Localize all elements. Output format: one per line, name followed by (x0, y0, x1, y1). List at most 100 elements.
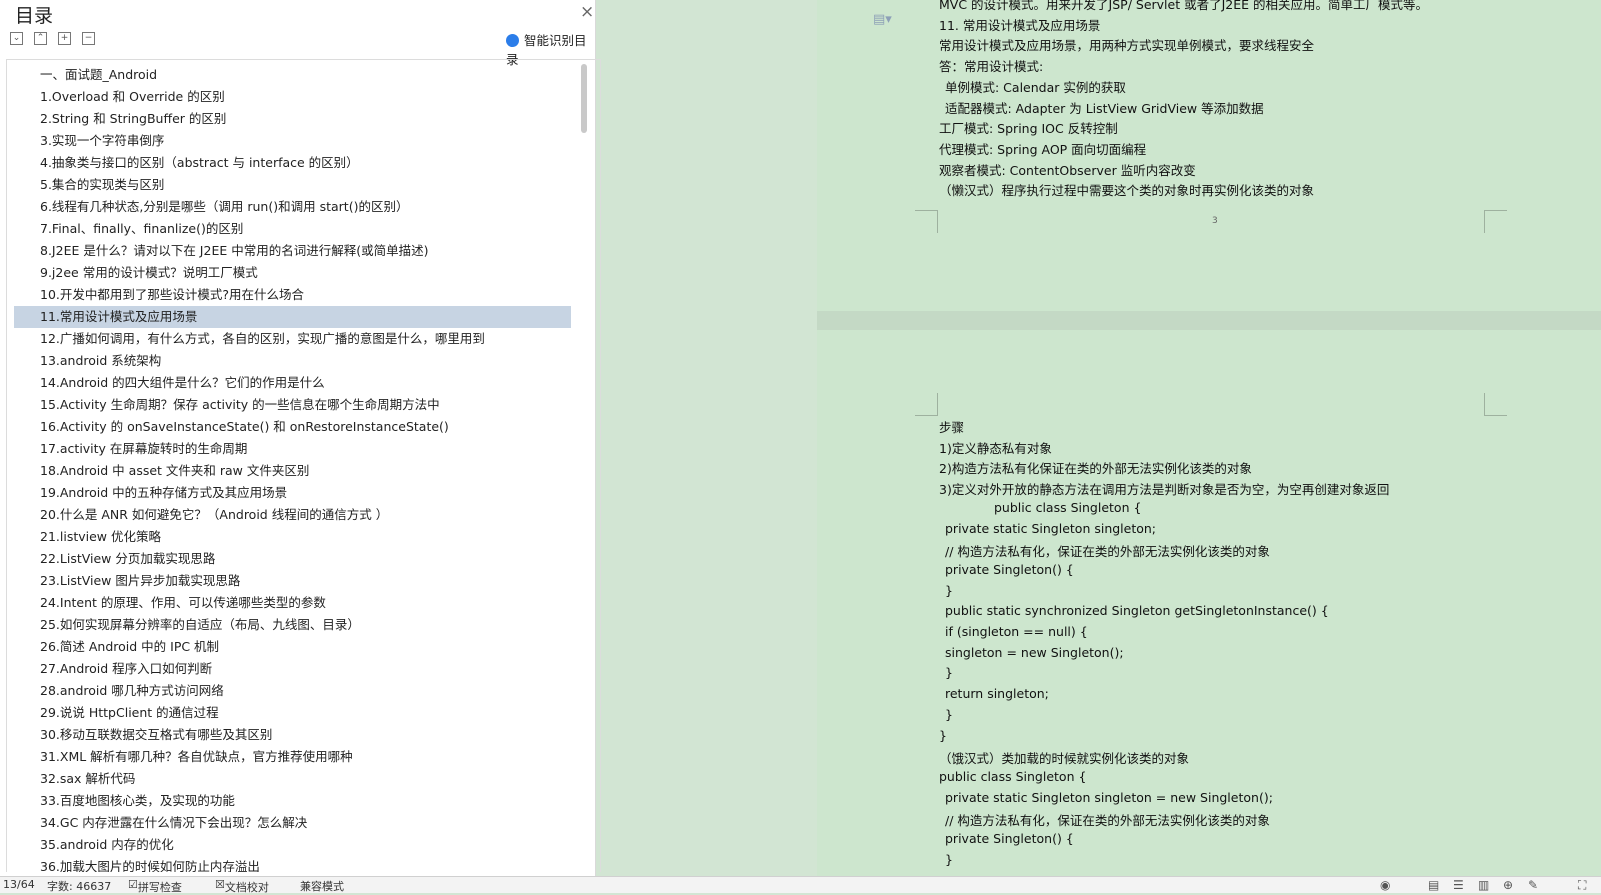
toc-item[interactable]: 22.ListView 分页加载实现思路 (14, 548, 571, 570)
toc-item[interactable]: 34.GC 内存泄露在什么情况下会出现？怎么解决 (14, 812, 571, 834)
reading-view-icon[interactable]: ▥ (1478, 878, 1489, 892)
doc-line: 11. 常用设计模式及应用场景 (939, 17, 1101, 33)
doc-line: 单例模式: Calendar 实例的获取 (945, 79, 1126, 95)
toc-item[interactable]: 25.如何实现屏幕分辨率的自适应（布局、九线图、目录） (14, 614, 571, 636)
doc-line: 观察者模式: ContentObserver 监听内容改变 (939, 162, 1196, 178)
toc-item[interactable]: 28.android 哪几种方式访问网络 (14, 680, 571, 702)
doc-line: 1)定义静态私有对象 (939, 440, 1052, 456)
doc-line: private static Singleton singleton = new… (945, 789, 1273, 805)
crop-mark (1484, 393, 1507, 416)
toc-item[interactable]: 7.Final、finally、finanlize()的区别 (14, 218, 571, 240)
toc-item[interactable]: 12.广播如何调用，有什么方式，各自的区别，实现广播的意图是什么，哪里用到 (14, 328, 571, 350)
toc-item[interactable]: 15.Activity 生命周期？保存 activity 的一些信息在哪个生命周… (14, 394, 571, 416)
plus-icon[interactable]: + (58, 32, 71, 45)
toc-title: 目录 (15, 5, 54, 27)
doc-line: return singleton; (945, 686, 1049, 702)
toc-scrollbar[interactable] (581, 64, 587, 133)
doc-line: 3)定义对外开放的静态方法在调用方法是判断对象是否为空，为空再创建对象返回 (939, 482, 1390, 498)
document-page-4: 步骤 1)定义静态私有对象 2)构造方法私有化保证在类的外部无法实例化该类的对象 3)… (817, 330, 1601, 876)
doc-line: } (945, 582, 953, 598)
toc-item[interactable]: 9.j2ee 常用的设计模式？说明工厂模式 (14, 262, 571, 284)
edit-pen-icon[interactable]: ✎ (1528, 878, 1538, 892)
doc-line: 2)构造方法私有化保证在类的外部无法实例化该类的对象 (939, 461, 1252, 477)
minus-icon[interactable]: − (82, 32, 95, 45)
page-indicator[interactable]: 13/64 (3, 878, 35, 891)
toc-item[interactable]: 21.listview 优化策略 (14, 526, 571, 548)
doc-line: public class Singleton { (939, 768, 1087, 784)
crop-mark (915, 393, 938, 416)
doc-line: 适配器模式: Adapter 为 ListView GridView 等添加数据 (945, 100, 1264, 116)
toc-item[interactable]: 24.Intent 的原理、作用、可以传递哪些类型的参数 (14, 592, 571, 614)
outline-view-icon[interactable]: ☰ (1453, 878, 1464, 892)
toc-item[interactable]: 3.实现一个字符串倒序 (14, 130, 571, 152)
toc-item[interactable]: 32.sax 解析代码 (14, 768, 571, 790)
web-view-icon[interactable]: ⊕ (1503, 878, 1513, 892)
toc-item[interactable]: 10.开发中都用到了那些设计模式?用在什么场合 (14, 284, 571, 306)
compat-mode: 兼容模式 (300, 880, 344, 893)
toc-item[interactable]: 14.Android 的四大组件是什么？它们的作用是什么 (14, 372, 571, 394)
toc-item[interactable]: 6.线程有几种状态,分别是哪些（调用 run()和调用 start()的区别） (14, 196, 571, 218)
toc-item[interactable]: 19.Android 中的五种存储方式及其应用场景 (14, 482, 571, 504)
toc-item[interactable]: 36.加载大图片的时候如何防止内存溢出 (14, 856, 571, 872)
toc-list: 一、面试题_Android 1.Overload 和 Override 的区别 2.… (6, 59, 601, 872)
toc-item[interactable]: 30.移动互联数据交互格式有哪些及其区别 (14, 724, 571, 746)
doc-line: 常用设计模式及应用场景，用两种方式实现单例模式，要求线程安全 (939, 38, 1315, 54)
word-count[interactable]: 字数: 46637 (47, 878, 111, 894)
expand-up-icon[interactable]: ⌃ (34, 32, 47, 45)
doc-line: （饿汉式）类加载的时候就实例化该类的对象 (939, 751, 1190, 767)
fullscreen-icon[interactable]: ⛶ (1578, 878, 1586, 893)
doc-line: public static synchronized Singleton get… (945, 603, 1329, 619)
toc-item[interactable]: 20.什么是 ANR 如何避免它？（Android 线程间的通信方式 ） (14, 504, 571, 526)
status-bar: 13/64 字数: 46637 ☑ 拼写检查 ☒ 文档校对 兼容模式 ◉ ▤ ☰… (0, 876, 1601, 894)
toc-item[interactable]: 2.String 和 StringBuffer 的区别 (14, 108, 571, 130)
toc-item[interactable]: 13.android 系统架构 (14, 350, 571, 372)
page-number: 3 (1212, 216, 1218, 226)
toc-item[interactable]: 29.说说 HttpClient 的通信过程 (14, 702, 571, 724)
eye-protect-icon[interactable]: ◉ (1380, 878, 1390, 892)
toc-item[interactable]: 一、面试题_Android (14, 64, 571, 86)
doc-line: （懒汉式）程序执行过程中需要这个类的对象时再实例化该类的对象 (939, 183, 1315, 199)
doc-line: // 构造方法私有化，保证在类的外部无法实例化该类的对象 (945, 813, 1270, 829)
toc-item[interactable]: 11.常用设计模式及应用场景 (14, 306, 571, 328)
spell-check-toggle[interactable]: ☑ 拼写检查 (128, 878, 182, 894)
collapse-icon[interactable]: ⌄ (10, 32, 23, 45)
toc-item[interactable]: 16.Activity 的 onSaveInstanceState() 和 on… (14, 416, 571, 438)
doc-line: } (945, 706, 953, 722)
page-options-icon[interactable]: ▤▾ (873, 12, 892, 27)
toc-item[interactable]: 26.简述 Android 中的 IPC 机制 (14, 636, 571, 658)
toc-item[interactable]: 4.抽象类与接口的区别（abstract 与 interface 的区别） (14, 152, 571, 174)
doc-line: } (945, 851, 953, 867)
crop-mark (1484, 210, 1507, 233)
toc-item[interactable]: 27.Android 程序入口如何判断 (14, 658, 571, 680)
toc-item[interactable]: 33.百度地图核心类，及实现的功能 (14, 790, 571, 812)
ai-icon (506, 34, 519, 47)
toc-item[interactable]: 17.activity 在屏幕旋转时的生命周期 (14, 438, 571, 460)
doc-line: 步骤 (939, 420, 965, 435)
toc-item[interactable]: 5.集合的实现类与区别 (14, 174, 571, 196)
toc-item[interactable]: 8.J2EE 是什么？请对以下在 J2EE 中常用的名词进行解释(或简单描述) (14, 240, 571, 262)
toc-panel: 目录 × ⌄ ⌃ + − 智能识别目录 一、面试题_Android 1.Overl… (0, 0, 601, 876)
doc-line: public class Singleton { (994, 499, 1142, 515)
doc-line: private static Singleton singleton; (945, 520, 1157, 536)
doc-line: } (939, 727, 947, 743)
toc-item[interactable]: 1.Overload 和 Override 的区别 (14, 86, 571, 108)
toc-item[interactable]: 18.Android 中 asset 文件夹和 raw 文件夹区别 (14, 460, 571, 482)
doc-proof-toggle[interactable]: ☒ 文档校对 (215, 878, 269, 894)
toc-item[interactable]: 23.ListView 图片异步加载实现思路 (14, 570, 571, 592)
doc-line: private Singleton() { (945, 561, 1074, 577)
crop-mark (915, 210, 938, 233)
doc-line: singleton = new Singleton(); (945, 644, 1124, 660)
document-page-3: ▤▾ MVC 的设计模式。用来开发了JSP/ Servlet 或者了J2EE 的… (817, 0, 1601, 311)
toc-item[interactable]: 31.XML 解析有哪几种？各自优缺点，官方推荐使用哪种 (14, 746, 571, 768)
doc-line: MVC 的设计模式。用来开发了JSP/ Servlet 或者了J2EE 的相关应… (939, 0, 1428, 12)
doc-line: 答：常用设计模式: (939, 59, 1044, 75)
doc-line: 代理模式: Spring AOP 面向切面编程 (939, 141, 1147, 157)
page-view-icon[interactable]: ▤ (1428, 878, 1439, 892)
close-icon[interactable]: × (580, 2, 594, 22)
page-gap (817, 311, 1601, 330)
doc-line: private Singleton() { (945, 831, 1074, 846)
toc-item[interactable]: 35.android 内存的优化 (14, 834, 571, 856)
doc-line: } (945, 665, 953, 681)
doc-line: 工厂模式: Spring IOC 反转控制 (939, 121, 1118, 137)
doc-line: if (singleton == null) { (945, 624, 1088, 639)
